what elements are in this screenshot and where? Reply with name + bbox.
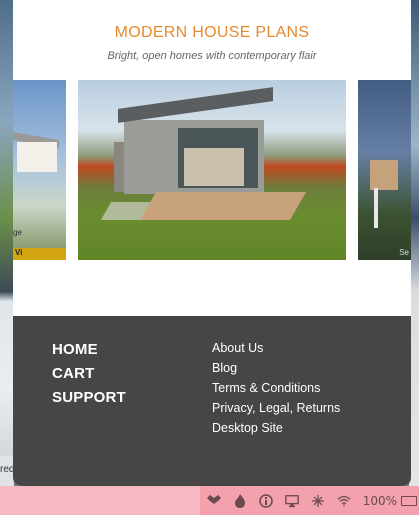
- background-page-left: [0, 0, 14, 486]
- network-icon[interactable]: [311, 494, 325, 508]
- modal-footer: HOME CART SUPPORT About Us Blog Terms & …: [13, 316, 411, 486]
- system-menu-bar: 100%: [0, 486, 419, 515]
- modal-subtitle: Bright, open homes with contemporary fla…: [107, 50, 317, 62]
- footer-main-nav: HOME CART SUPPORT: [52, 338, 126, 410]
- house-deck-shape: [139, 192, 307, 220]
- house-plans-modal: MODERN HOUSE PLANS Bright, open homes wi…: [13, 0, 411, 486]
- house-post-shape: [374, 188, 378, 228]
- footer-secondary-nav: About Us Blog Terms & Conditions Privacy…: [212, 338, 340, 438]
- carousel-slide-previous[interactable]: ge Vi: [13, 80, 66, 260]
- modal-title: MODERN HOUSE PLANS: [114, 24, 310, 41]
- terms-link[interactable]: Terms & Conditions: [212, 378, 340, 398]
- battery-percentage: 100%: [362, 493, 397, 508]
- about-us-link[interactable]: About Us: [212, 338, 340, 358]
- house-roof-shape: [118, 87, 273, 123]
- carousel-slide-current[interactable]: [78, 80, 346, 260]
- view-plan-tag[interactable]: Vi: [13, 248, 66, 260]
- slide-caption: Se: [399, 248, 409, 257]
- wifi-icon[interactable]: [337, 494, 351, 508]
- battery-icon[interactable]: [401, 495, 417, 506]
- privacy-legal-returns-link[interactable]: Privacy, Legal, Returns: [212, 398, 340, 418]
- menu-bar-left-area: [0, 486, 200, 515]
- cart-link[interactable]: CART: [52, 362, 126, 386]
- home-link[interactable]: HOME: [52, 338, 126, 362]
- flame-icon[interactable]: [233, 493, 247, 508]
- status-tray: 100%: [206, 486, 419, 515]
- slide-caption: ge: [13, 228, 22, 237]
- dropbox-icon[interactable]: [206, 494, 221, 508]
- airplay-icon[interactable]: [284, 494, 299, 508]
- plan-carousel[interactable]: ge Vi Se: [13, 80, 411, 260]
- house-body-shape: [17, 142, 57, 172]
- carousel-slide-next[interactable]: Se: [358, 80, 411, 260]
- house-interior-shape: [184, 148, 244, 186]
- blog-link[interactable]: Blog: [212, 358, 340, 378]
- info-icon[interactable]: [258, 493, 273, 508]
- background-page-fragment: red: [0, 456, 14, 486]
- house-deck-shape: [370, 160, 398, 190]
- support-link[interactable]: SUPPORT: [52, 386, 126, 410]
- desktop-site-link[interactable]: Desktop Site: [212, 418, 340, 438]
